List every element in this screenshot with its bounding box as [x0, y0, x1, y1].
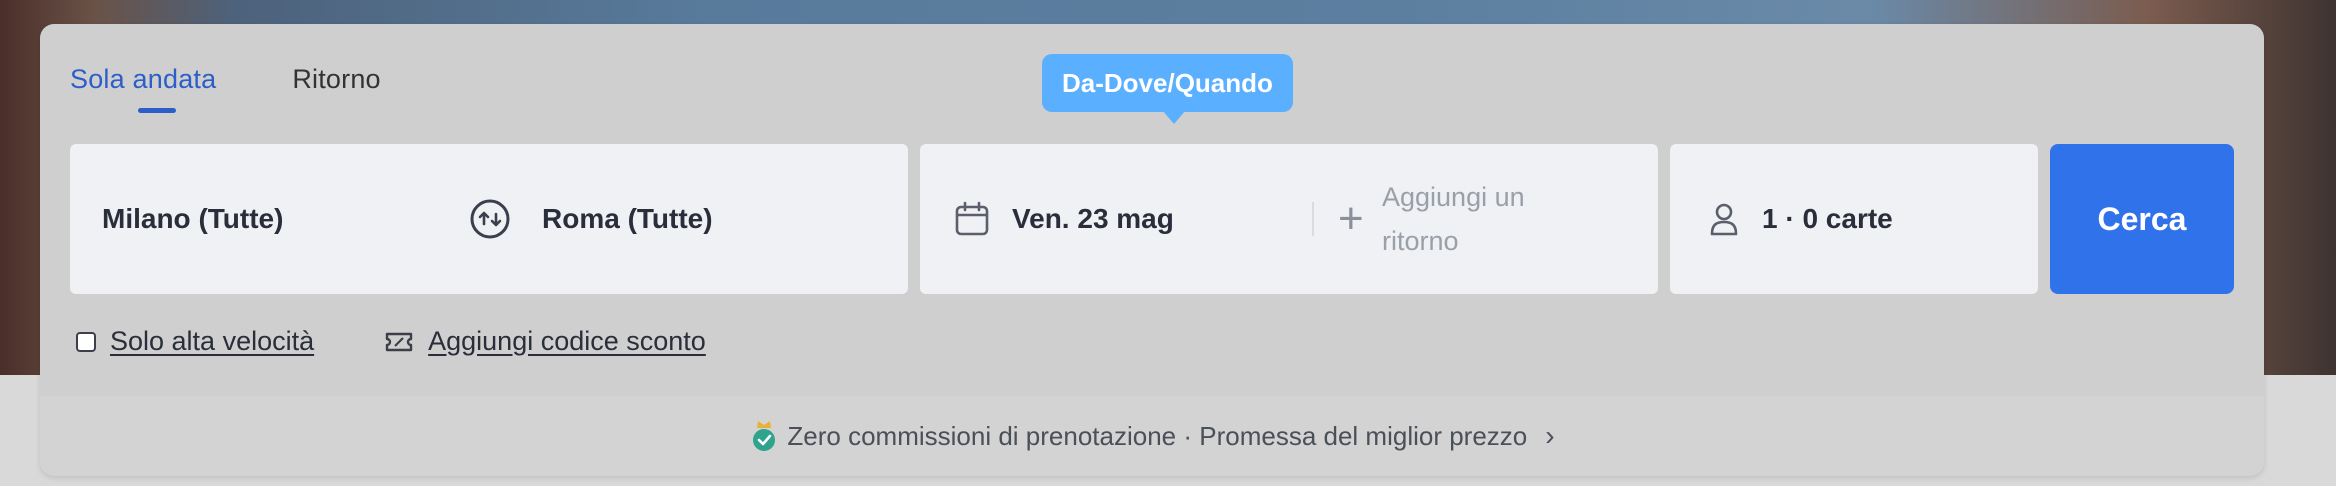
- destination-input[interactable]: Roma (Tutte): [542, 203, 713, 235]
- hint-tooltip: Da-Dove/Quando: [1042, 54, 1293, 124]
- swap-icon[interactable]: [468, 197, 512, 241]
- promise-banner[interactable]: Zero commissioni di prenotazione · Prome…: [40, 396, 2264, 476]
- discount-code-link[interactable]: Aggiungi codice sconto: [384, 326, 706, 357]
- high-speed-checkbox[interactable]: [76, 331, 96, 352]
- tab-return[interactable]: Ritorno: [292, 64, 380, 95]
- trip-type-tabs: Sola andata Ritorno: [70, 64, 381, 113]
- tab-one-way[interactable]: Sola andata: [70, 64, 217, 113]
- passengers-label: 1 · 0 carte: [1762, 203, 1893, 234]
- high-speed-label: Solo alta velocità: [110, 326, 315, 356]
- departure-date[interactable]: Ven. 23 mag: [1012, 203, 1174, 235]
- chevron-right-icon: ›: [1545, 420, 1555, 451]
- promise-text: Zero commissioni di prenotazione · Prome…: [787, 420, 1528, 451]
- tab-return-label: Ritorno: [292, 64, 381, 94]
- person-icon: [1710, 203, 1738, 236]
- route-field: Milano (Tutte) Roma (Tutte): [70, 144, 908, 294]
- add-return-button[interactable]: Aggiungi un ritorno: [1382, 175, 1582, 263]
- calendar-icon: [955, 201, 989, 236]
- discount-code-label: Aggiungi codice sconto: [428, 326, 706, 356]
- tooltip-arrow: [1162, 110, 1186, 124]
- tab-one-way-label: Sola andata: [70, 64, 217, 94]
- search-button[interactable]: Cerca: [2050, 144, 2234, 294]
- shield-check-icon: [753, 421, 776, 451]
- plus-icon[interactable]: +: [1338, 197, 1364, 241]
- search-panel: Sola andata Ritorno Da-Dove/Quando Milan…: [40, 24, 2264, 476]
- active-tab-indicator: [138, 108, 176, 113]
- add-return-line-2: ritorno: [1382, 226, 1459, 256]
- high-speed-option[interactable]: Solo alta velocità: [76, 326, 314, 357]
- dates-field: Ven. 23 mag + Aggiungi un ritorno: [920, 144, 1658, 294]
- search-options: Solo alta velocità Aggiungi codice scont…: [76, 326, 706, 357]
- ticket-icon: [385, 332, 413, 351]
- add-return-line-1: Aggiungi un: [1382, 182, 1525, 212]
- origin-input[interactable]: Milano (Tutte): [102, 203, 283, 235]
- hint-tooltip-label: Da-Dove/Quando: [1062, 68, 1273, 98]
- passengers-field[interactable]: 1 · 0 carte: [1670, 144, 2038, 294]
- date-divider: [1312, 202, 1314, 236]
